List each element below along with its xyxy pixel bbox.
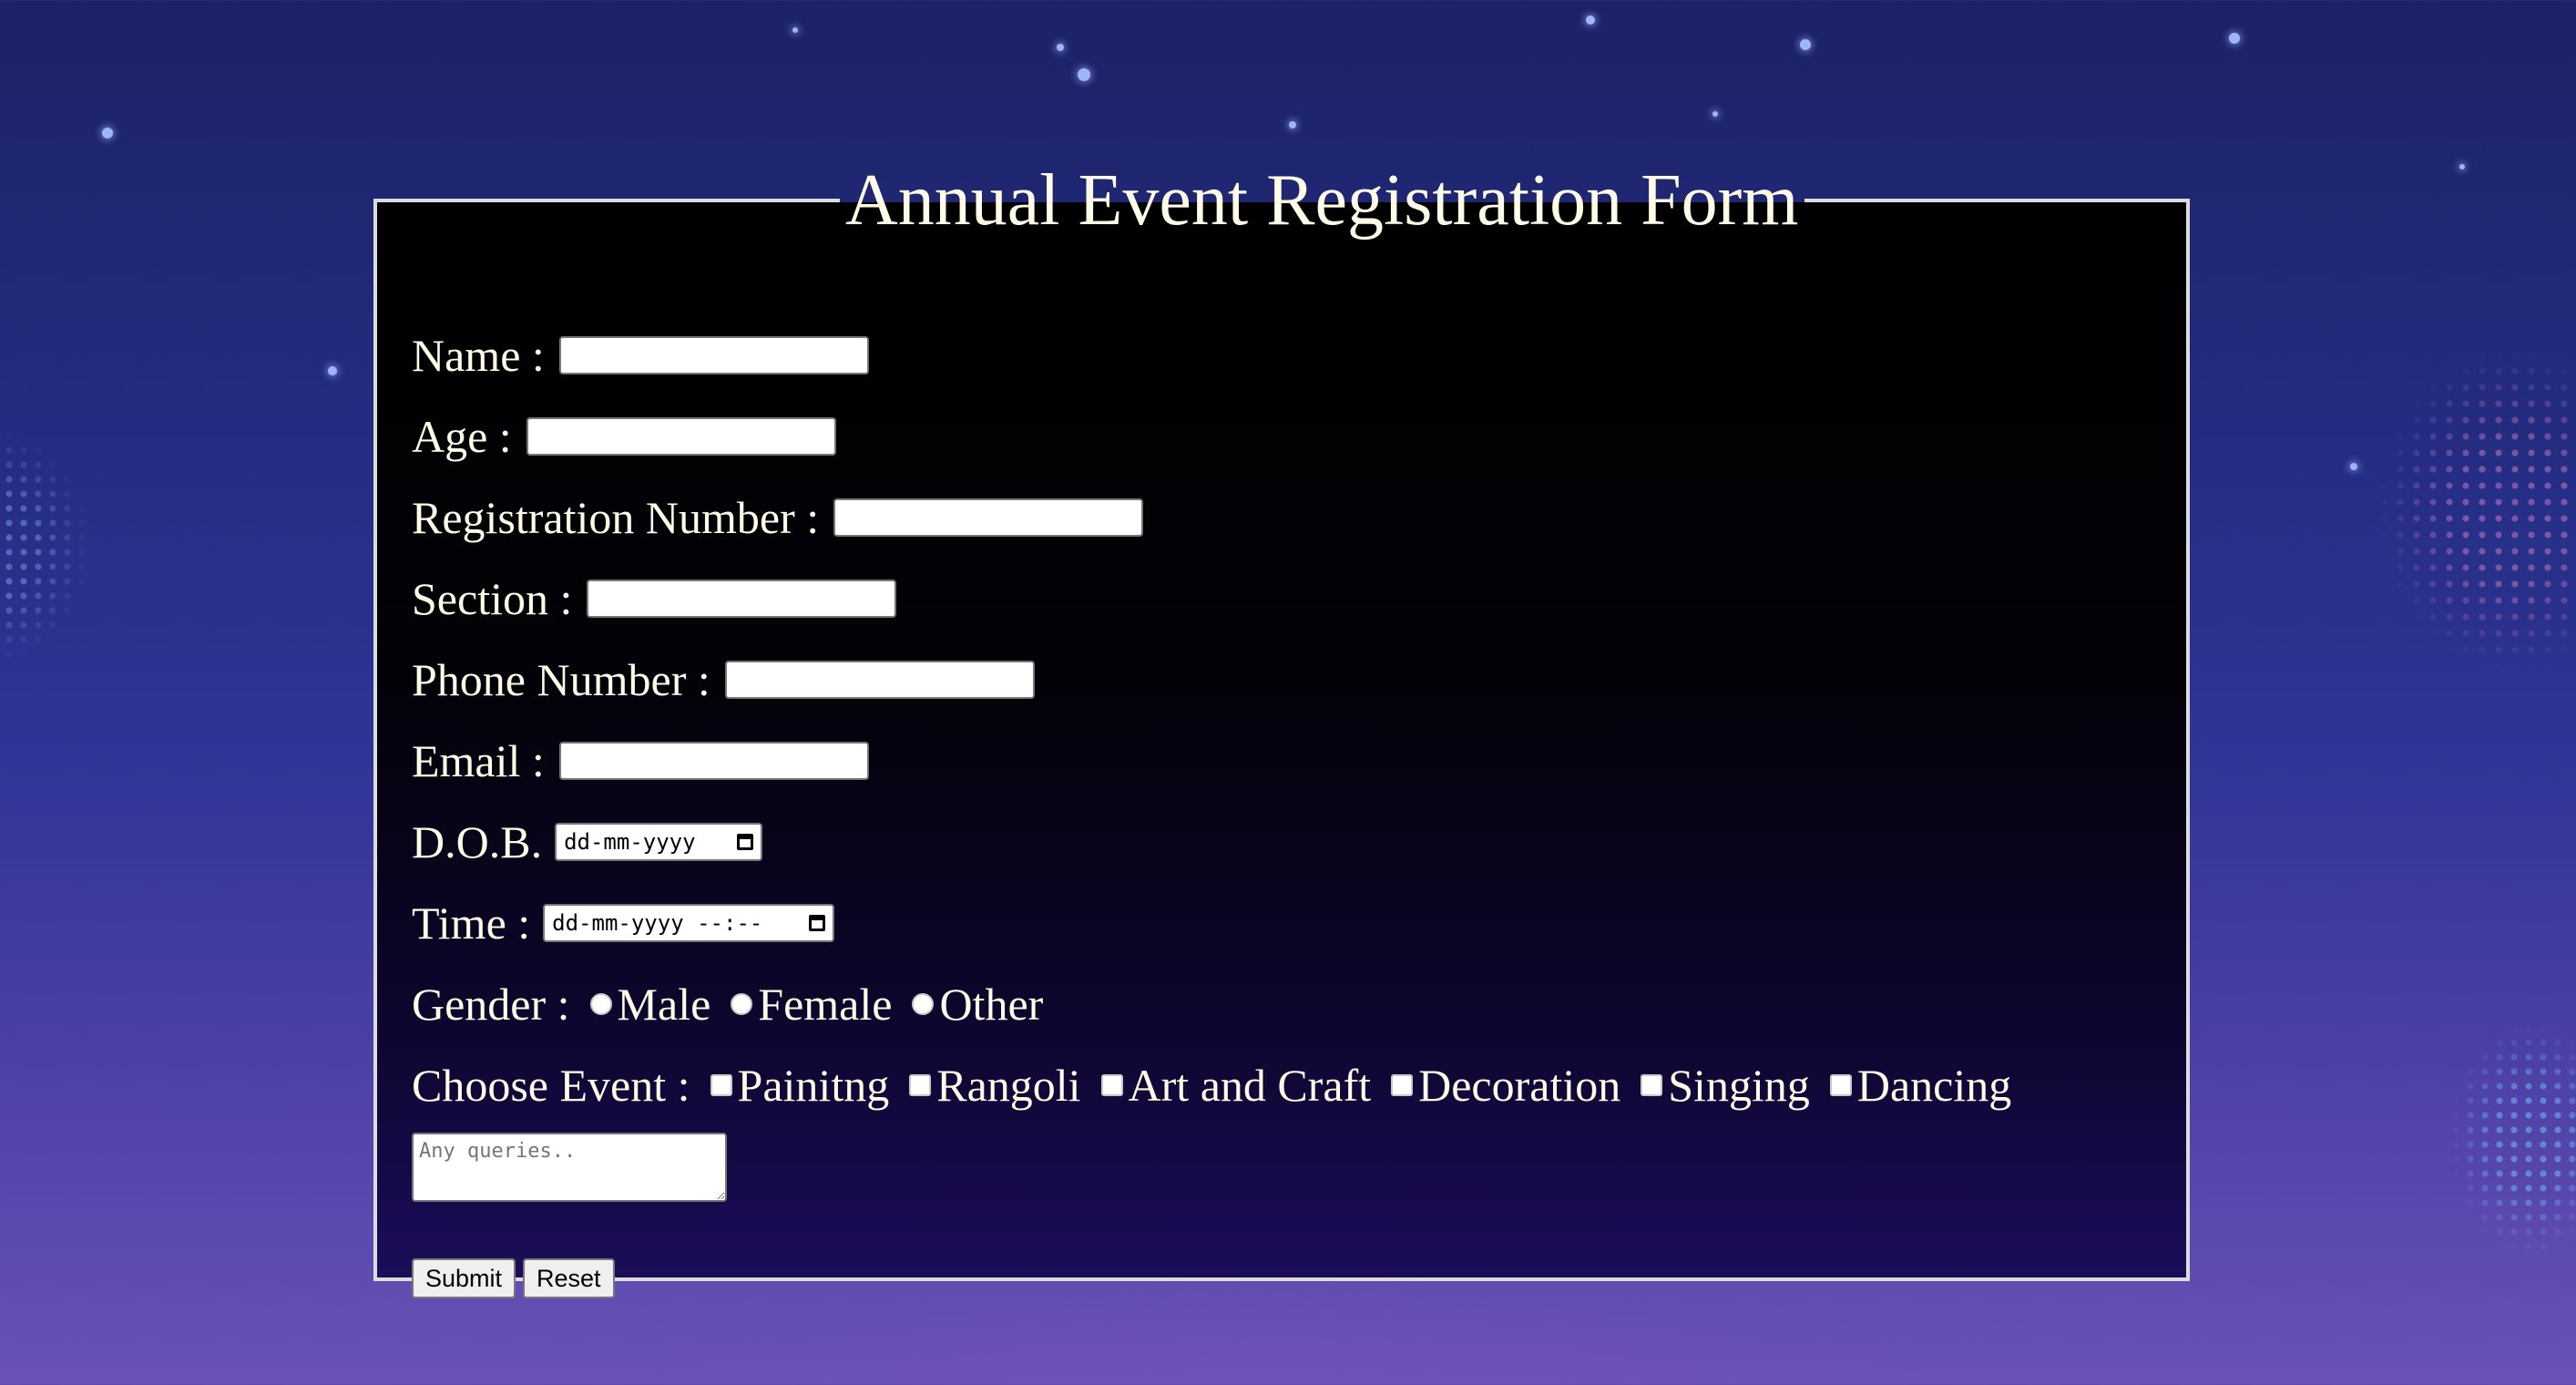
gender-radio-female[interactable] bbox=[731, 993, 753, 1015]
dob-label: D.O.B. bbox=[412, 816, 543, 867]
name-input[interactable] bbox=[558, 336, 869, 374]
registration-number-row: Registration Number : bbox=[412, 490, 1144, 545]
firework-decoration bbox=[0, 428, 91, 665]
star-decoration bbox=[2350, 463, 2357, 470]
age-row: Age : bbox=[412, 409, 836, 464]
gender-row: Gender : Male Female Other bbox=[412, 977, 1054, 1031]
calendar-icon[interactable] bbox=[809, 915, 826, 931]
phone-number-input[interactable] bbox=[724, 661, 1035, 699]
email-row: Email : bbox=[412, 734, 869, 788]
gender-label: Gender : bbox=[412, 979, 570, 1030]
section-label: Section : bbox=[412, 573, 573, 624]
event-option-label: Singing bbox=[1668, 1060, 1810, 1111]
star-decoration bbox=[1057, 44, 1064, 51]
star-decoration bbox=[1078, 68, 1090, 81]
event-checkbox-singing[interactable] bbox=[1641, 1074, 1663, 1096]
star-decoration bbox=[328, 366, 337, 375]
gender-option-label: Male bbox=[617, 979, 711, 1030]
dob-row: D.O.B. dd-mm-yyyy bbox=[412, 815, 763, 869]
event-option-label: Art and Craft bbox=[1128, 1060, 1372, 1111]
star-decoration bbox=[1289, 121, 1296, 128]
star-decoration bbox=[2229, 33, 2240, 44]
star-decoration bbox=[1712, 111, 1718, 117]
email-label: Email : bbox=[412, 735, 545, 786]
name-label: Name : bbox=[412, 330, 545, 381]
star-decoration bbox=[1586, 15, 1595, 25]
gender-radio-other[interactable] bbox=[912, 993, 935, 1015]
event-option-label: Dancing bbox=[1856, 1060, 2012, 1111]
event-checkbox-art-and-craft[interactable] bbox=[1100, 1074, 1123, 1096]
event-option-label: Rangoli bbox=[936, 1060, 1081, 1111]
star-decoration bbox=[792, 27, 798, 33]
name-row: Name : bbox=[412, 328, 869, 383]
section-input[interactable] bbox=[587, 580, 897, 618]
dob-date-input[interactable]: dd-mm-yyyy bbox=[555, 823, 763, 861]
registration-form: Annual Event Registration Form Name : Ag… bbox=[373, 160, 2190, 1298]
event-row: Choose Event : Painitng Rangoli Art and … bbox=[412, 1058, 2022, 1113]
time-datetime-input[interactable]: dd-mm-yyyy --:-- bbox=[543, 904, 835, 942]
calendar-icon[interactable] bbox=[737, 834, 754, 850]
event-option-label: Decoration bbox=[1418, 1060, 1621, 1111]
firework-decoration bbox=[2448, 1021, 2576, 1257]
phone-number-label: Phone Number : bbox=[412, 654, 710, 705]
queries-textarea[interactable] bbox=[412, 1133, 727, 1202]
event-option-label: Painitng bbox=[737, 1060, 890, 1111]
time-placeholder: dd-mm-yyyy --:-- bbox=[552, 910, 763, 936]
gender-radio-male[interactable] bbox=[589, 993, 612, 1015]
registration-number-input[interactable] bbox=[833, 498, 1144, 537]
event-checkbox-decoration[interactable] bbox=[1391, 1074, 1414, 1096]
star-decoration bbox=[2459, 164, 2465, 169]
dob-placeholder: dd-mm-yyyy bbox=[564, 829, 696, 855]
star-decoration bbox=[102, 128, 113, 138]
registration-number-label: Registration Number : bbox=[412, 492, 820, 543]
star-decoration bbox=[1800, 39, 1811, 50]
firework-decoration bbox=[2376, 346, 2576, 674]
form-title: Annual Event Registration Form bbox=[845, 160, 1799, 241]
section-row: Section : bbox=[412, 571, 897, 626]
age-label: Age : bbox=[412, 411, 512, 462]
event-checkbox-rangoli[interactable] bbox=[909, 1074, 932, 1096]
gender-option-label: Female bbox=[758, 979, 893, 1030]
submit-button[interactable]: Submit bbox=[412, 1258, 516, 1298]
event-checkbox-dancing[interactable] bbox=[1829, 1074, 1852, 1096]
email-input[interactable] bbox=[558, 742, 869, 780]
time-row: Time : dd-mm-yyyy --:-- bbox=[412, 896, 835, 950]
gender-option-label: Other bbox=[939, 979, 1044, 1030]
reset-button[interactable]: Reset bbox=[523, 1258, 615, 1298]
event-label: Choose Event : bbox=[412, 1060, 690, 1111]
age-input[interactable] bbox=[526, 417, 836, 456]
phone-number-row: Phone Number : bbox=[412, 652, 1035, 707]
time-label: Time : bbox=[412, 898, 531, 949]
event-checkbox-painting[interactable] bbox=[710, 1074, 732, 1096]
